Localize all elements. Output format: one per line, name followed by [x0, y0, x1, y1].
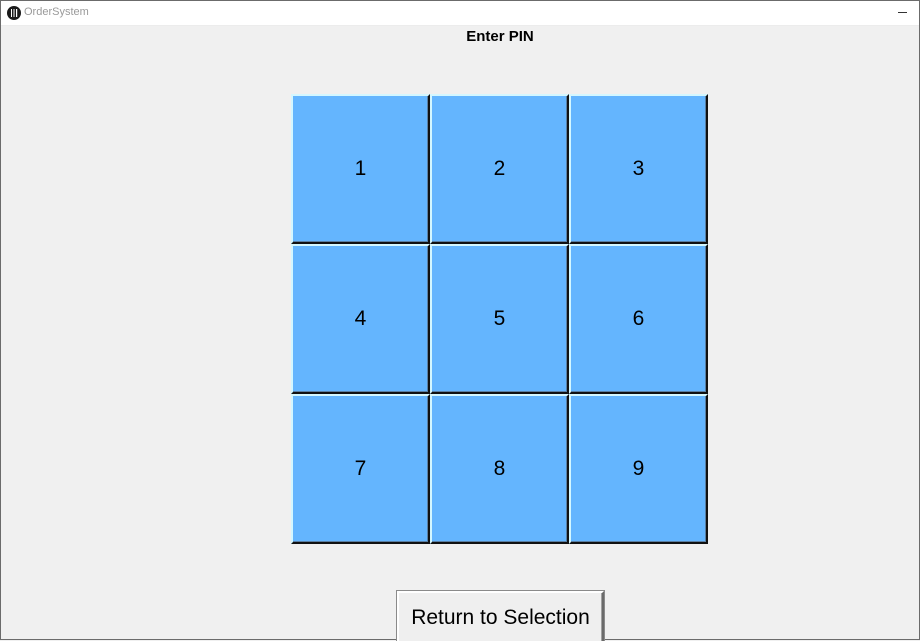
keypad-key-6[interactable]: 6 — [569, 244, 708, 394]
keypad-key-4[interactable]: 4 — [291, 244, 430, 394]
title-bar[interactable]: OrderSystem — [1, 1, 919, 26]
keypad-key-2[interactable]: 2 — [430, 94, 569, 244]
keypad-key-5[interactable]: 5 — [430, 244, 569, 394]
keypad-key-3[interactable]: 3 — [569, 94, 708, 244]
return-to-selection-button[interactable]: Return to Selection — [397, 591, 604, 641]
keypad-key-7[interactable]: 7 — [291, 394, 430, 544]
window-title: OrderSystem — [24, 6, 89, 18]
pin-keypad: 1 2 3 4 5 6 7 8 9 — [291, 94, 710, 546]
utensils-icon — [7, 6, 21, 20]
keypad-key-1[interactable]: 1 — [291, 94, 430, 244]
app-window: OrderSystem Enter PIN 1 2 3 4 5 6 7 8 9 … — [0, 0, 920, 641]
minimize-icon[interactable] — [889, 1, 917, 25]
keypad-key-8[interactable]: 8 — [430, 394, 569, 544]
page-title: Enter PIN — [466, 28, 534, 45]
keypad-key-9[interactable]: 9 — [569, 394, 708, 544]
